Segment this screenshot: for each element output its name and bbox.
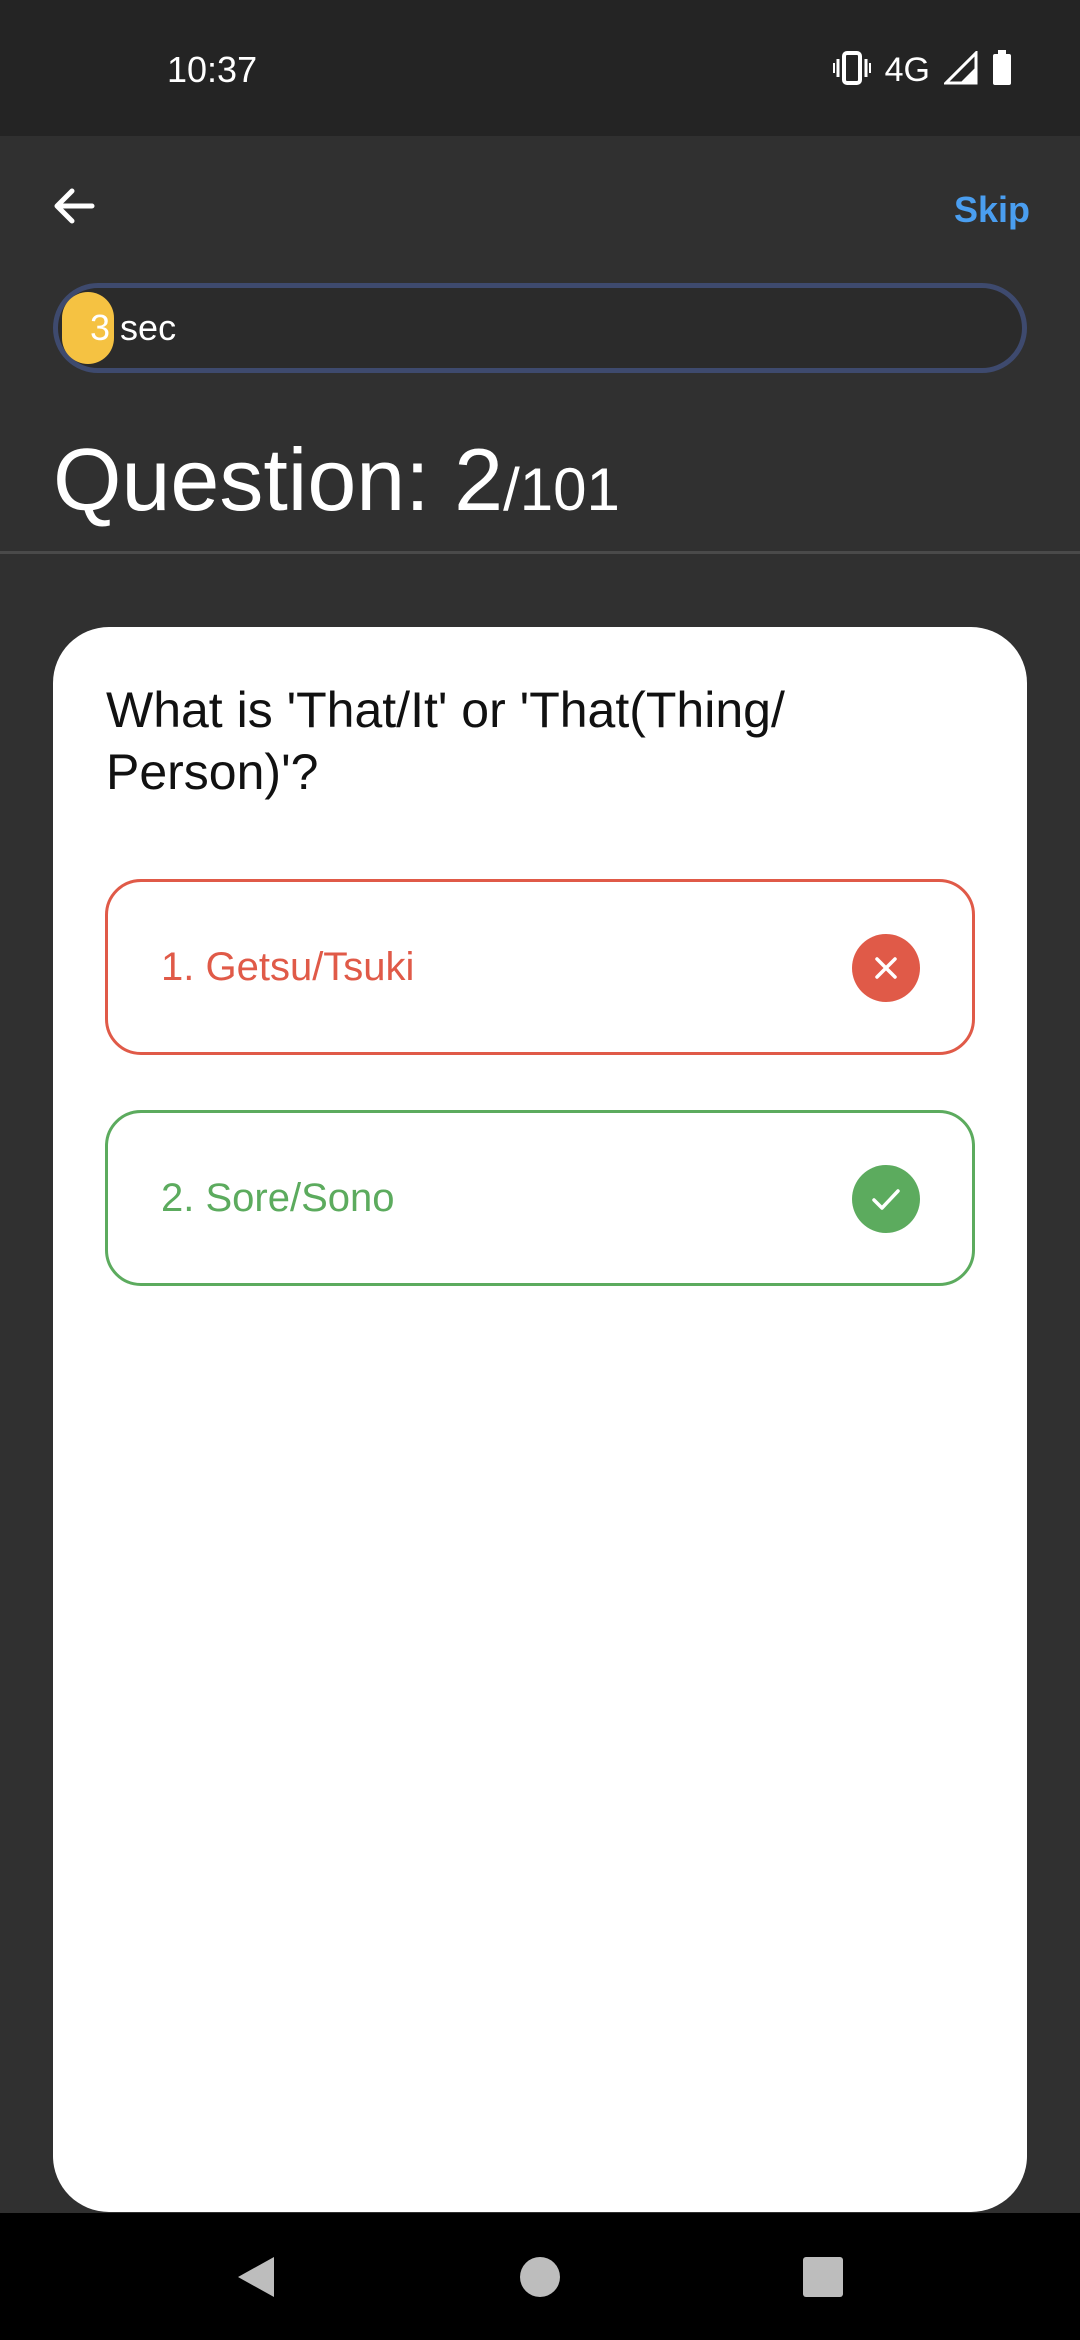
answer-option-1[interactable]: 1. Getsu/Tsuki bbox=[105, 879, 975, 1055]
timer-bar: 3 sec bbox=[53, 283, 1027, 373]
status-icons: 4G bbox=[832, 48, 1012, 92]
question-card: What is 'That/It' or 'That(Thing/ Person… bbox=[53, 627, 1027, 2212]
option-label: 1. Getsu/Tsuki bbox=[161, 945, 415, 989]
timer-unit: sec bbox=[120, 307, 177, 348]
skip-button[interactable]: Skip bbox=[954, 186, 1030, 234]
system-navigation-bar bbox=[0, 2213, 1080, 2340]
status-bar: 10:37 4G bbox=[0, 0, 1080, 136]
battery-icon bbox=[992, 49, 1012, 91]
network-label: 4G bbox=[884, 51, 930, 89]
back-triangle-icon[interactable] bbox=[228, 2249, 284, 2305]
close-icon bbox=[852, 934, 920, 1002]
arrow-left-icon bbox=[54, 188, 95, 224]
back-button[interactable] bbox=[44, 176, 104, 236]
question-total: /101 bbox=[503, 456, 620, 523]
answer-option-2[interactable]: 2. Sore/Sono bbox=[105, 1110, 975, 1286]
option-label: 2. Sore/Sono bbox=[161, 1176, 395, 1220]
timer-value: 3 bbox=[90, 307, 111, 348]
recents-square-icon[interactable] bbox=[795, 2249, 851, 2305]
question-counter: Question: 2/101 bbox=[53, 420, 620, 566]
question-text: What is 'That/It' or 'That(Thing/ Person… bbox=[106, 682, 785, 800]
check-icon bbox=[852, 1165, 920, 1233]
signal-icon bbox=[942, 48, 978, 90]
home-circle-icon[interactable] bbox=[512, 2249, 568, 2305]
question-number: Question: 2 bbox=[53, 430, 504, 529]
timer-label: 3 sec bbox=[90, 288, 176, 368]
status-time: 10:37 bbox=[167, 49, 258, 90]
divider bbox=[0, 551, 1080, 554]
vibrate-icon bbox=[832, 50, 871, 90]
